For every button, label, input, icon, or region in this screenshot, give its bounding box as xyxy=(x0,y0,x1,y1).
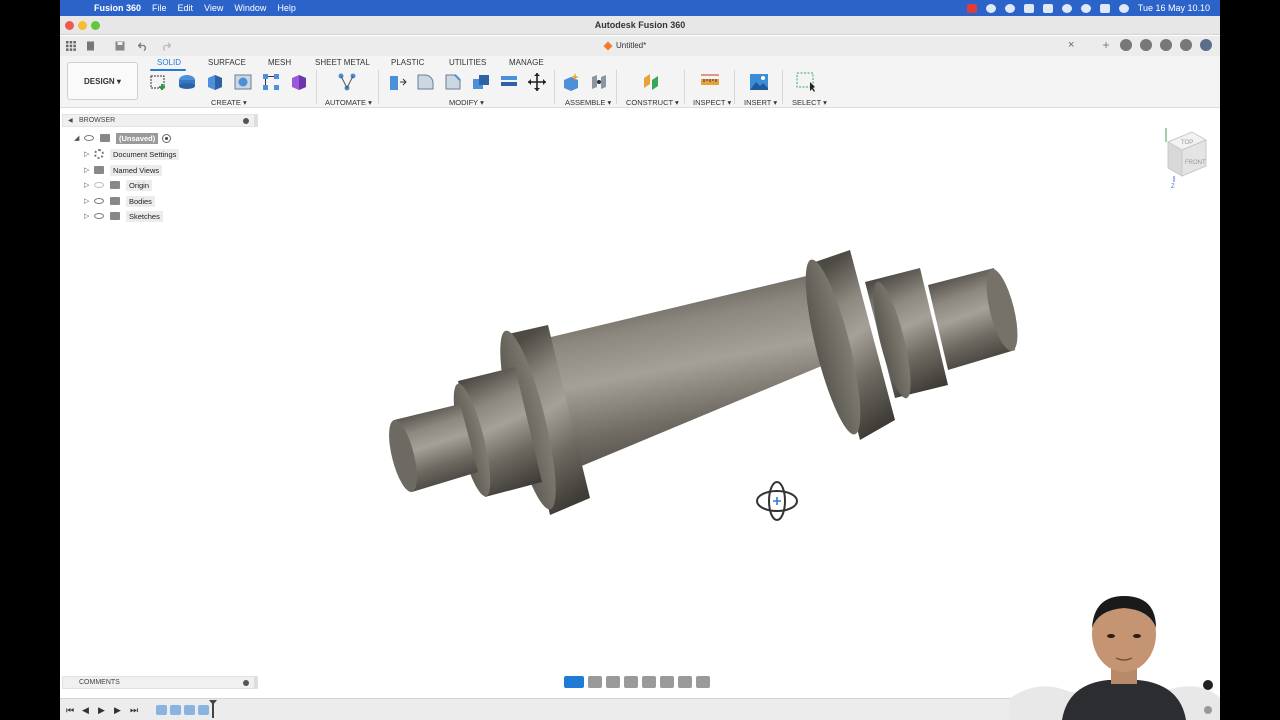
browser-resize-handle[interactable] xyxy=(254,115,257,126)
browser-item-label: Document Settings xyxy=(110,148,180,160)
browser-root-label[interactable]: (Unsaved) xyxy=(116,132,159,144)
expand-arrow-icon[interactable]: ▷ xyxy=(84,197,94,205)
go-to-end-icon[interactable]: ⏭ xyxy=(130,705,138,716)
step-forward-icon[interactable]: ▶ xyxy=(114,705,121,716)
play-icon[interactable]: ▶ xyxy=(98,705,105,716)
step-back-icon[interactable]: ◀ xyxy=(82,705,89,716)
viewports-icon[interactable] xyxy=(696,676,710,688)
orbit-tool-icon[interactable] xyxy=(564,676,584,688)
gear-icon xyxy=(94,149,104,159)
expand-arrow-icon[interactable]: ▷ xyxy=(84,150,94,158)
visibility-eye-icon[interactable] xyxy=(94,213,104,219)
browser-item-label: Bodies xyxy=(126,195,155,207)
collapse-browser-icon[interactable]: ◀ xyxy=(68,117,73,124)
zoom-icon[interactable] xyxy=(624,676,638,688)
letterbox-right xyxy=(1220,0,1280,720)
visibility-eye-icon[interactable] xyxy=(94,182,104,188)
folder-icon xyxy=(110,212,120,220)
browser-title: BROWSER xyxy=(79,117,116,124)
look-at-icon[interactable] xyxy=(588,676,602,688)
browser-item-label: Origin xyxy=(126,179,153,191)
folder-icon xyxy=(94,166,104,174)
browser-item-document-settings[interactable]: ▷ Document Settings xyxy=(84,147,180,161)
browser-panel-header[interactable]: ◀ BROWSER xyxy=(62,114,258,127)
expand-arrow-icon[interactable]: ▷ xyxy=(84,166,94,174)
activate-radio-icon[interactable] xyxy=(162,133,172,143)
browser-item-label: Named Views xyxy=(110,164,163,176)
comments-pin-icon[interactable] xyxy=(243,680,249,686)
comments-panel-header[interactable]: COMMENTS xyxy=(62,676,258,689)
orbit-cursor-icon xyxy=(756,481,798,521)
browser-root-node[interactable]: ◢ (Unsaved) xyxy=(74,131,172,145)
fusion-window: Fusion 360 File Edit View Window Help Tu… xyxy=(60,0,1220,720)
timeline-marker[interactable] xyxy=(209,700,217,718)
folder-icon xyxy=(110,181,120,189)
fit-zoom-icon[interactable] xyxy=(642,676,656,688)
viewcube[interactable]: TOP FRONT Z xyxy=(1162,124,1212,190)
comments-title: COMMENTS xyxy=(79,679,120,686)
timeline-feature-extrude[interactable] xyxy=(184,705,195,715)
folder-icon xyxy=(110,197,120,205)
pan-hand-icon[interactable] xyxy=(606,676,620,688)
browser-item-bodies[interactable]: ▷ Bodies xyxy=(84,194,155,208)
visibility-eye-icon[interactable] xyxy=(94,198,104,204)
browser-item-label: Sketches xyxy=(126,210,163,222)
expand-arrow-icon[interactable]: ▷ xyxy=(84,212,94,220)
timeline-feature-extrude[interactable] xyxy=(198,705,209,715)
browser-item-named-views[interactable]: ▷ Named Views xyxy=(84,163,163,177)
visibility-eye-icon[interactable] xyxy=(84,135,94,141)
viewcube-top-label[interactable]: TOP xyxy=(1181,140,1193,146)
go-to-start-icon[interactable]: ⏮ xyxy=(66,705,74,716)
letterbox-left xyxy=(0,0,60,720)
viewcube-front-label[interactable]: FRONT xyxy=(1185,160,1206,166)
comments-resize-handle[interactable] xyxy=(254,677,257,688)
navigation-bar xyxy=(564,674,716,690)
grid-settings-icon[interactable] xyxy=(678,676,692,688)
timeline-feature-revolve[interactable] xyxy=(170,705,181,715)
collapse-arrow-icon[interactable]: ◢ xyxy=(74,134,84,142)
expand-arrow-icon[interactable]: ▷ xyxy=(84,181,94,189)
timeline-feature-sketch[interactable] xyxy=(156,705,167,715)
document-icon xyxy=(100,134,110,142)
browser-pin-icon[interactable] xyxy=(243,118,249,124)
browser-item-origin[interactable]: ▷ Origin xyxy=(84,178,153,192)
browser-item-sketches[interactable]: ▷ Sketches xyxy=(84,209,163,223)
shaft-body[interactable] xyxy=(383,250,1023,515)
viewcube-z-axis-label: Z xyxy=(1171,184,1175,190)
display-settings-icon[interactable] xyxy=(660,676,674,688)
webcam-overlay xyxy=(1010,586,1220,720)
